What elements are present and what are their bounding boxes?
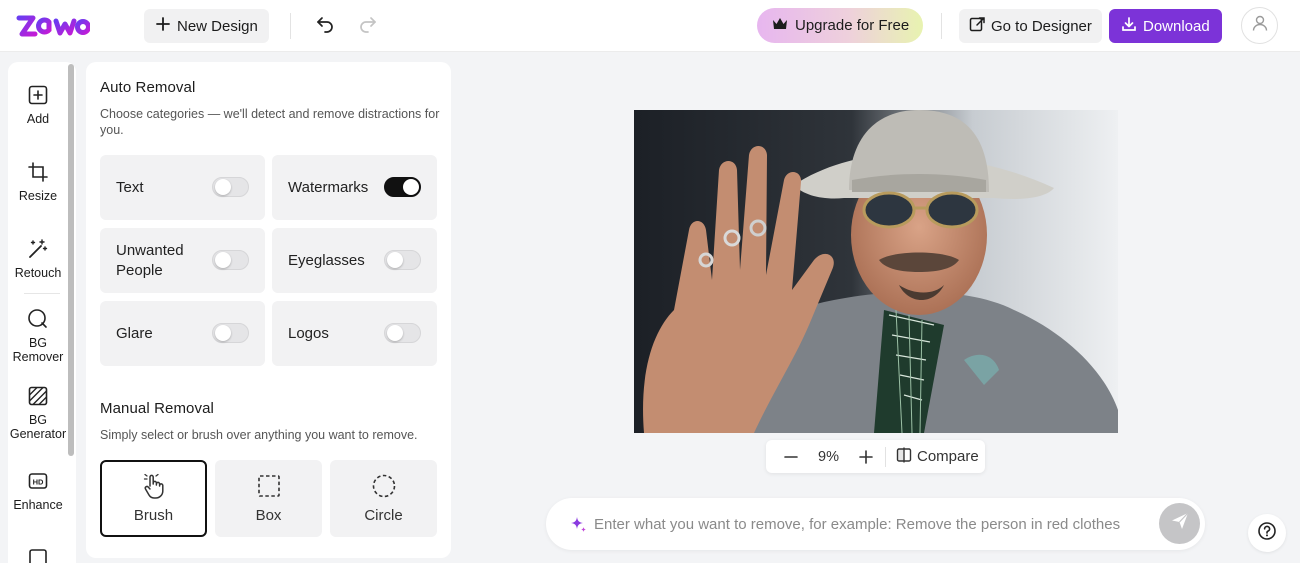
toolbar-divider [290, 13, 291, 39]
auto-removal-title: Auto Removal [100, 79, 196, 96]
help-button[interactable] [1248, 514, 1286, 552]
rail-item-label: Retouch [14, 266, 62, 280]
rail-item-resize[interactable]: Resize [8, 161, 68, 203]
rail-scrollbar[interactable] [68, 64, 74, 456]
upgrade-label: Upgrade for Free [795, 17, 910, 34]
rail-item-enhance[interactable]: HD Enhance [8, 470, 68, 512]
category-eyeglasses[interactable]: Eyeglasses [272, 228, 437, 293]
rail-item-bg-generator[interactable]: BG Generator [8, 385, 68, 441]
compare-label: Compare [917, 448, 979, 465]
send-button[interactable] [1159, 503, 1200, 544]
category-label: Glare [116, 324, 153, 342]
crown-icon [771, 16, 789, 36]
mode-label: Brush [133, 507, 174, 524]
bg-generator-icon [27, 385, 49, 407]
rail-item-label: Resize [18, 189, 58, 203]
top-bar: New Design Upgrade for Free Go to Design… [0, 0, 1300, 52]
crop-icon [27, 547, 49, 563]
upgrade-button[interactable]: Upgrade for Free [757, 8, 924, 43]
rail-item-bg-remover[interactable]: BG Remover [8, 308, 68, 364]
rail-item-label: Add [26, 112, 50, 126]
text-toggle[interactable] [212, 177, 249, 197]
removal-panel: Auto Removal Choose categories — we'll d… [86, 62, 451, 558]
redo-icon [358, 13, 378, 38]
hd-icon: HD [27, 470, 49, 492]
category-label: Eyeglasses [288, 251, 365, 269]
removal-prompt-bar [546, 498, 1205, 550]
zoom-in-button[interactable] [857, 448, 875, 471]
compare-button[interactable]: Compare [896, 440, 979, 473]
user-avatar[interactable] [1241, 7, 1278, 44]
glare-toggle[interactable] [212, 323, 249, 343]
logos-toggle[interactable] [384, 323, 421, 343]
download-label: Download [1143, 17, 1210, 35]
rail-item-retouch[interactable]: Retouch [8, 238, 68, 280]
dashed-square-icon [256, 473, 282, 499]
undo-button[interactable] [311, 11, 339, 39]
header-divider [941, 13, 942, 39]
bg-remover-icon [27, 308, 49, 330]
hand-pointer-icon [141, 473, 167, 499]
category-label: Logos [288, 324, 329, 342]
removal-prompt-input[interactable] [594, 508, 1142, 540]
zoom-divider [885, 447, 886, 467]
send-icon [1170, 511, 1190, 536]
category-watermarks[interactable]: Watermarks [272, 155, 437, 220]
auto-removal-description: Choose categories — we'll detect and rem… [100, 107, 440, 137]
help-icon [1257, 521, 1277, 546]
brush-mode-button[interactable]: Brush [100, 460, 207, 537]
svg-text:HD: HD [33, 478, 44, 487]
manual-removal-description: Simply select or brush over anything you… [100, 428, 418, 442]
dashed-circle-icon [371, 473, 397, 499]
external-edit-icon [969, 16, 985, 36]
category-label: Watermarks [288, 178, 369, 196]
eyeglasses-toggle[interactable] [384, 250, 421, 270]
category-glare[interactable]: Glare [100, 301, 265, 366]
new-design-label: New Design [177, 17, 258, 35]
rail-item-more[interactable] [8, 547, 68, 563]
rail-item-add[interactable]: Add [8, 84, 68, 126]
add-square-icon [27, 84, 49, 106]
go-to-designer-label: Go to Designer [991, 17, 1092, 35]
magic-wand-icon [27, 238, 49, 260]
zoom-out-button[interactable] [782, 448, 800, 471]
new-design-button[interactable]: New Design [144, 9, 269, 43]
category-unwanted-people[interactable]: Unwanted People [100, 228, 265, 293]
mode-label: Box [255, 507, 282, 524]
mode-label: Circle [364, 507, 403, 524]
rail-item-label: BG Remover [12, 336, 64, 364]
watermarks-toggle[interactable] [384, 177, 421, 197]
rail-item-label: Enhance [13, 498, 63, 512]
user-icon [1251, 14, 1269, 37]
zoom-level: 9% [818, 448, 839, 465]
circle-mode-button[interactable]: Circle [330, 460, 437, 537]
go-to-designer-button[interactable]: Go to Designer [959, 9, 1102, 43]
category-logos[interactable]: Logos [272, 301, 437, 366]
compare-icon [896, 447, 912, 467]
zawo-logo[interactable] [16, 12, 90, 40]
manual-removal-title: Manual Removal [100, 400, 214, 417]
download-icon [1121, 16, 1137, 36]
ai-sparkle-icon [568, 514, 588, 539]
undo-icon [315, 13, 335, 38]
category-text[interactable]: Text [100, 155, 265, 220]
box-mode-button[interactable]: Box [215, 460, 322, 537]
category-label: Text [116, 178, 144, 196]
resize-icon [27, 161, 49, 183]
redo-button[interactable] [354, 11, 382, 39]
rail-divider [24, 293, 60, 294]
unwanted-people-toggle[interactable] [212, 250, 249, 270]
canvas-image[interactable] [634, 110, 1118, 433]
rail-item-label: BG Generator [9, 413, 67, 441]
category-label: Unwanted People [116, 241, 184, 279]
download-button[interactable]: Download [1109, 9, 1222, 43]
zoom-toolbar: 9% Compare [766, 440, 985, 473]
plus-icon [155, 16, 171, 36]
